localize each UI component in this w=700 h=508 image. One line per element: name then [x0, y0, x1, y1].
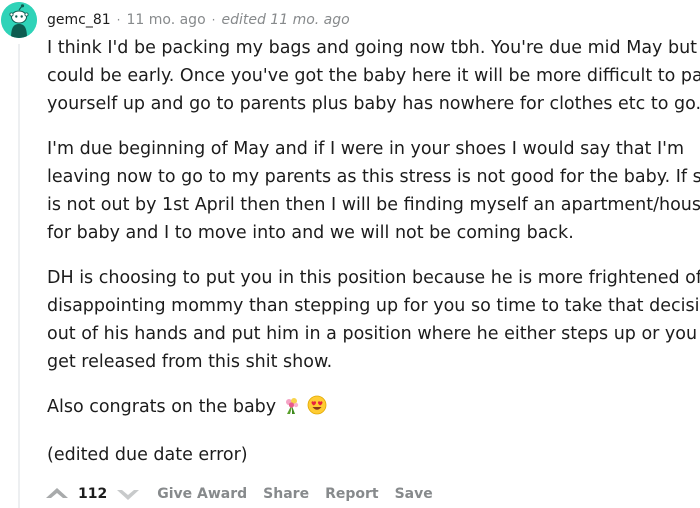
upvote-icon[interactable]: [44, 484, 70, 504]
comment-body: I think I'd be packing my bags and going…: [47, 34, 700, 486]
comment-paragraph: I think I'd be packing my bags and going…: [47, 34, 700, 118]
report-button[interactable]: Report: [325, 486, 379, 502]
snoo-avatar-icon: [1, 2, 37, 38]
paragraph-line: yourself up and go to parents plus baby …: [47, 94, 700, 114]
paragraph-line: out of his hands and put him in a positi…: [47, 324, 698, 344]
bouquet-icon: [282, 395, 302, 424]
paragraph-line: could be early. Once you've got the baby…: [47, 66, 700, 86]
share-button[interactable]: Share: [263, 486, 309, 502]
heart-eyes-icon: [307, 395, 327, 424]
comment-meta: gemc_81 · 11 mo. ago · edited 11 mo. ago: [47, 12, 350, 28]
avatar[interactable]: [1, 2, 37, 38]
paragraph-line: I'm due beginning of May and if I were i…: [47, 139, 684, 159]
give-award-button[interactable]: Give Award: [157, 486, 247, 502]
paragraph-line: for baby and I to move into and we will …: [47, 223, 574, 243]
congrats-text: Also congrats on the baby: [47, 397, 277, 417]
comment-actions: 112 Give Award Share Report Save: [44, 482, 433, 506]
comment-paragraph: DH is choosing to put you in this positi…: [47, 264, 700, 376]
vote-score: 112: [78, 486, 108, 502]
meta-separator: ·: [116, 13, 121, 27]
save-button[interactable]: Save: [395, 486, 433, 502]
meta-separator: ·: [211, 13, 216, 27]
paragraph-line: get released from this shit show.: [47, 352, 333, 372]
timestamp[interactable]: 11 mo. ago: [126, 12, 205, 28]
comment-paragraph: Also congrats on the baby: [47, 393, 697, 424]
thread-line[interactable]: [18, 44, 20, 508]
username[interactable]: gemc_81: [47, 12, 111, 28]
paragraph-line: leaving now to go to my parents as this …: [47, 167, 700, 187]
downvote-icon[interactable]: [115, 484, 141, 504]
edited-timestamp: edited 11 mo. ago: [221, 12, 350, 28]
paragraph-line: is not out by 1st April then then I will…: [47, 195, 700, 215]
paragraph-line: I think I'd be packing my bags and going…: [47, 38, 698, 58]
paragraph-line: disappointing mommy than stepping up for…: [47, 296, 700, 316]
comment-paragraph: I'm due beginning of May and if I were i…: [47, 135, 700, 247]
edit-note: (edited due date error): [47, 445, 248, 465]
paragraph-line: DH is choosing to put you in this positi…: [47, 268, 700, 288]
